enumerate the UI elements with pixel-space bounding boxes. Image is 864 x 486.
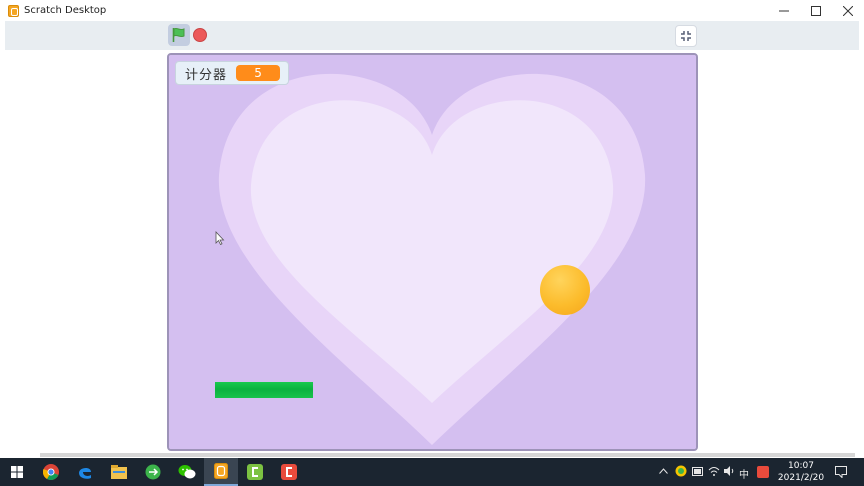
window-controls bbox=[768, 0, 864, 21]
player-toolbar bbox=[5, 21, 859, 50]
wechat-icon bbox=[178, 465, 196, 479]
paddle-sprite[interactable] bbox=[215, 382, 313, 398]
maximize-button[interactable] bbox=[800, 0, 832, 21]
horizontal-scrollbar[interactable] bbox=[40, 453, 855, 457]
clock[interactable]: 10:07 2021/2/20 bbox=[776, 460, 826, 484]
volume-icon[interactable] bbox=[723, 465, 735, 477]
wifi-icon[interactable] bbox=[708, 465, 720, 477]
red-app-icon bbox=[281, 464, 297, 480]
green-flag-icon bbox=[172, 27, 185, 42]
ball-sprite[interactable] bbox=[540, 265, 590, 315]
ime-indicator[interactable]: 中 bbox=[739, 466, 749, 481]
taskbar: 中 10:07 2021/2/20 bbox=[0, 458, 864, 486]
scratch-icon bbox=[214, 463, 228, 479]
file-explorer-icon bbox=[111, 465, 127, 479]
taskbar-file-explorer[interactable] bbox=[102, 458, 136, 486]
taskbar-edge[interactable] bbox=[68, 458, 102, 486]
taskbar-wechat[interactable] bbox=[170, 458, 204, 486]
taskbar-scratch[interactable] bbox=[204, 458, 238, 486]
unfullscreen-button[interactable] bbox=[675, 25, 697, 47]
monitor-label: 计分器 bbox=[185, 67, 228, 83]
start-icon bbox=[11, 466, 23, 478]
stage[interactable]: 计分器 5 bbox=[167, 53, 698, 451]
chrome-icon bbox=[43, 464, 59, 480]
edge-icon bbox=[79, 467, 91, 479]
tray-app-icon[interactable] bbox=[675, 465, 687, 477]
taskbar-chrome[interactable] bbox=[34, 458, 68, 486]
taskbar-red-app[interactable] bbox=[272, 458, 306, 486]
green-app-icon bbox=[145, 464, 161, 480]
camtasia-icon bbox=[247, 464, 263, 480]
maximize-icon bbox=[811, 5, 821, 16]
start-button[interactable] bbox=[0, 458, 34, 486]
mouse-cursor-icon bbox=[215, 231, 225, 245]
battery-icon[interactable] bbox=[692, 467, 704, 476]
clock-date: 2021/2/20 bbox=[777, 473, 825, 483]
taskbar-camtasia[interactable] bbox=[238, 458, 272, 486]
window-title: Scratch Desktop bbox=[24, 5, 107, 16]
stop-button[interactable] bbox=[193, 28, 207, 42]
taskbar-green-app[interactable] bbox=[136, 458, 170, 486]
clock-time: 10:07 bbox=[788, 461, 814, 471]
chevron-up-icon[interactable] bbox=[659, 468, 668, 474]
title-bar: Scratch Desktop bbox=[0, 0, 864, 21]
close-button[interactable] bbox=[832, 0, 864, 21]
notification-icon[interactable] bbox=[835, 466, 847, 478]
scratch-app-icon bbox=[8, 4, 19, 17]
monitor-value: 5 bbox=[236, 65, 281, 81]
score-monitor: 计分器 5 bbox=[175, 61, 289, 85]
minimize-button[interactable] bbox=[768, 0, 800, 21]
green-flag-button[interactable] bbox=[168, 24, 190, 46]
close-icon bbox=[843, 5, 853, 16]
minimize-icon bbox=[779, 10, 789, 11]
unfullscreen-icon bbox=[681, 31, 691, 41]
red-tray-icon[interactable] bbox=[757, 466, 769, 478]
